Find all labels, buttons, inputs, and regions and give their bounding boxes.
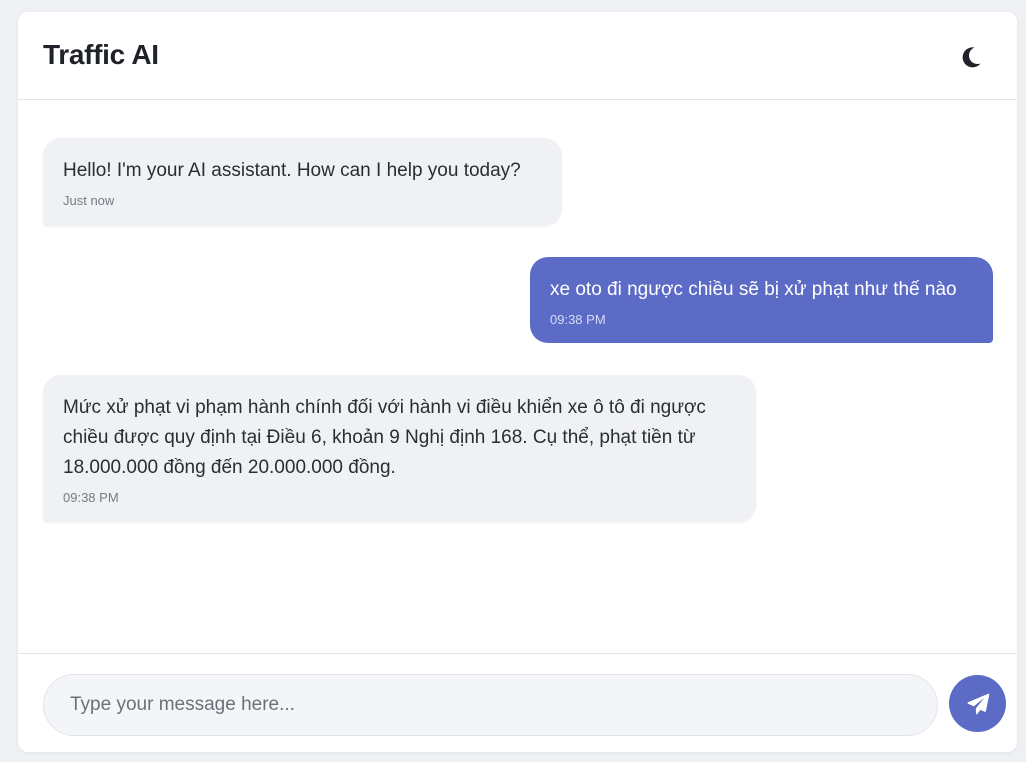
user-message: xe oto đi ngược chiều sẽ bị xử phạt như … [530,257,993,343]
send-icon [967,693,989,714]
message-timestamp: 09:38 PM [63,490,119,505]
message-text: Mức xử phạt vi phạm hành chính đối với h… [63,397,706,478]
moon-icon [962,47,981,68]
message-text: Hello! I'm your AI assistant. How can I … [63,160,521,181]
chat-header: Traffic AI [18,12,1017,100]
message-composer [18,653,1017,752]
app-title: Traffic AI [43,39,159,70]
assistant-message: Hello! I'm your AI assistant. How can I … [43,138,562,226]
message-timestamp: 09:38 PM [550,312,606,327]
message-text: xe oto đi ngược chiều sẽ bị xử phạt như … [550,279,957,300]
message-list: Hello! I'm your AI assistant. How can I … [18,101,1017,653]
message-timestamp: Just now [63,193,115,208]
theme-toggle-button[interactable] [956,42,986,72]
assistant-message: Mức xử phạt vi phạm hành chính đối với h… [43,375,756,522]
chat-window: Traffic AI Hello! I'm your AI assistant.… [18,12,1017,752]
send-button[interactable] [949,675,1006,732]
message-input[interactable] [43,674,938,736]
